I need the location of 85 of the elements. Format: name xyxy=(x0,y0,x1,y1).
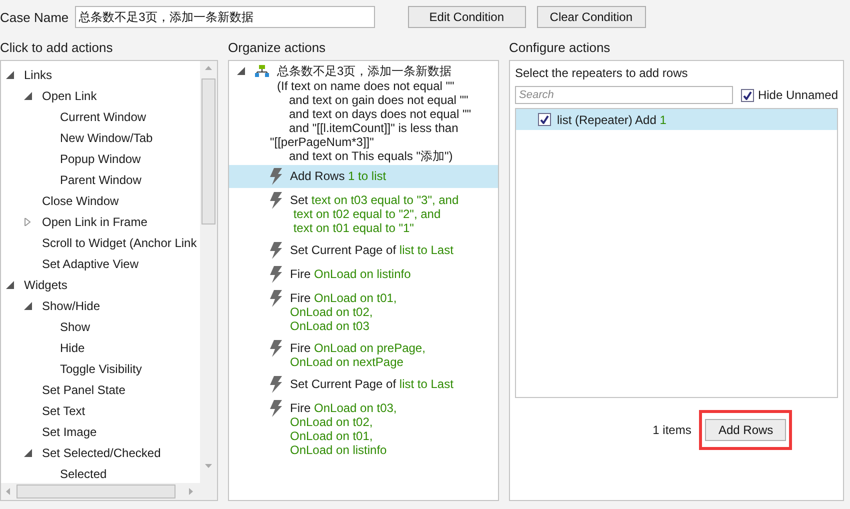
tree-item[interactable]: Close Window xyxy=(1,190,200,211)
tree-item[interactable]: Widgets xyxy=(1,274,200,295)
collapse-triangle-icon[interactable] xyxy=(24,92,32,100)
action-text: Fire OnLoad on t01, xyxy=(290,291,397,305)
case-name-field[interactable]: 总条数不足3页，添加一条新数据 xyxy=(74,6,375,28)
action-text: OnLoad on nextPage xyxy=(290,355,404,369)
items-count: 1 items xyxy=(652,423,692,437)
repeater-row[interactable]: list (Repeater) Add 1 xyxy=(516,109,837,130)
action-text: Fire OnLoad on listinfo xyxy=(290,267,411,281)
action-item[interactable]: Fire OnLoad on listinfo xyxy=(229,263,498,286)
tree-item[interactable]: Show/Hide xyxy=(1,295,200,316)
action-text: OnLoad on t02, xyxy=(290,415,374,429)
case-tree-icon xyxy=(255,65,269,77)
horizontal-scrollbar[interactable] xyxy=(1,483,217,500)
action-item[interactable]: Fire OnLoad on t01, OnLoad on t02, OnLoad on t03 xyxy=(229,287,498,336)
add-rows-button[interactable]: Add Rows xyxy=(705,419,786,441)
tree-item[interactable]: Toggle Visibility xyxy=(1,358,200,379)
lightning-icon xyxy=(269,290,283,307)
action-text: Fire OnLoad on prePage, xyxy=(290,341,426,355)
tree-item[interactable]: Show xyxy=(1,316,200,337)
action-text: Set Current Page of list to Last xyxy=(290,243,454,257)
panel-heading: Click to add actions xyxy=(0,39,114,57)
action-text: OnLoad on listinfo xyxy=(290,443,388,457)
condition-line: and text on gain does not equal "" xyxy=(288,93,470,107)
search-field[interactable]: Search xyxy=(515,86,733,104)
action-item[interactable]: Set Current Page of list to Last xyxy=(229,239,498,262)
action-text: text on t02 equal to "2", and xyxy=(292,207,442,221)
action-item[interactable]: Set Current Page of list to Last xyxy=(229,373,498,396)
action-item[interactable]: Add Rows 1 to list xyxy=(229,165,498,188)
action-text: Add Rows 1 to list xyxy=(290,169,386,183)
action-item[interactable]: Fire OnLoad on t03, OnLoad on t02, OnLoad on t01, OnLoad on listinfo xyxy=(229,397,498,460)
clear-condition-button[interactable]: Clear Condition xyxy=(536,6,646,28)
checkbox[interactable] xyxy=(538,113,551,126)
tree-item[interactable]: Set Adaptive View xyxy=(1,253,200,274)
tree-item[interactable]: Parent Window xyxy=(1,169,200,190)
lightning-icon xyxy=(269,376,283,393)
collapse-triangle-icon[interactable] xyxy=(24,448,32,456)
case-name-label: Case Name xyxy=(0,10,69,24)
lightning-icon xyxy=(269,242,283,259)
action-text: Fire OnLoad on t03, xyxy=(290,401,397,415)
collapse-triangle-icon[interactable] xyxy=(24,302,32,310)
condition-line: and "[[l.itemCount]]" is less than xyxy=(288,121,460,135)
tree-item[interactable]: Set Selected/Checked xyxy=(1,442,200,463)
condition-line: "[[perPageNum*3]]" xyxy=(270,135,375,149)
condition-line: and text on days does not equal "" xyxy=(288,107,472,121)
action-item[interactable]: Set text on t03 equal to "3", and text on t02 equal to "2", and text on t01 equal to "1" xyxy=(229,189,498,238)
tree-item[interactable]: Open Link xyxy=(1,85,200,106)
case-title[interactable]: 总条数不足3页，添加一条新数据 xyxy=(277,64,452,79)
action-text: OnLoad on t03 xyxy=(290,319,370,333)
tree-item[interactable]: Popup Window xyxy=(1,148,200,169)
section-heading: Select the repeaters to add rows xyxy=(515,65,689,81)
checkbox-label: Hide Unnamed xyxy=(758,88,838,102)
condition-line: and text on This equals "添加") xyxy=(288,149,454,163)
lightning-icon xyxy=(269,340,283,357)
lightning-icon xyxy=(269,400,283,417)
action-text: OnLoad on t01, xyxy=(290,429,374,443)
tree-item[interactable]: Selected xyxy=(1,463,200,484)
tree-item[interactable]: Hide xyxy=(1,337,200,358)
action-text: OnLoad on t02, xyxy=(290,305,374,319)
collapse-triangle-icon[interactable] xyxy=(6,280,14,288)
panel-heading: Configure actions xyxy=(509,39,612,57)
edit-condition-button[interactable]: Edit Condition xyxy=(408,6,526,28)
tree-item[interactable]: New Window/Tab xyxy=(1,127,200,148)
lightning-icon xyxy=(269,266,283,283)
lightning-icon xyxy=(269,168,283,185)
action-text: text on t01 equal to "1" xyxy=(292,221,415,235)
tree-item[interactable]: Set Image xyxy=(1,421,200,442)
action-item[interactable]: Fire OnLoad on prePage, OnLoad on nextPage xyxy=(229,337,498,372)
collapse-triangle-icon[interactable] xyxy=(6,70,14,78)
lightning-icon xyxy=(269,192,283,209)
action-text: Set Current Page of list to Last xyxy=(290,377,454,391)
condition-line: (If text on name does not equal "" xyxy=(276,79,456,93)
checkbox[interactable] xyxy=(740,88,754,102)
tree-item[interactable]: Open Link in Frame xyxy=(1,211,200,232)
action-text: Set text on t03 equal to "3", and xyxy=(290,193,459,207)
panel-heading: Organize actions xyxy=(228,39,327,57)
tree-item[interactable]: Scroll to Widget (Anchor Link xyxy=(1,232,200,253)
tree-item[interactable]: Set Text xyxy=(1,400,200,421)
tree-item[interactable]: Current Window xyxy=(1,106,200,127)
collapse-triangle-icon[interactable] xyxy=(237,67,245,75)
expand-triangle-icon[interactable] xyxy=(24,218,32,226)
tree-item[interactable]: Set Panel State xyxy=(1,379,200,400)
vertical-scrollbar[interactable] xyxy=(200,61,217,483)
repeater-label: list (Repeater) Add 1 xyxy=(557,112,666,126)
tree-item[interactable]: Links xyxy=(1,64,200,85)
